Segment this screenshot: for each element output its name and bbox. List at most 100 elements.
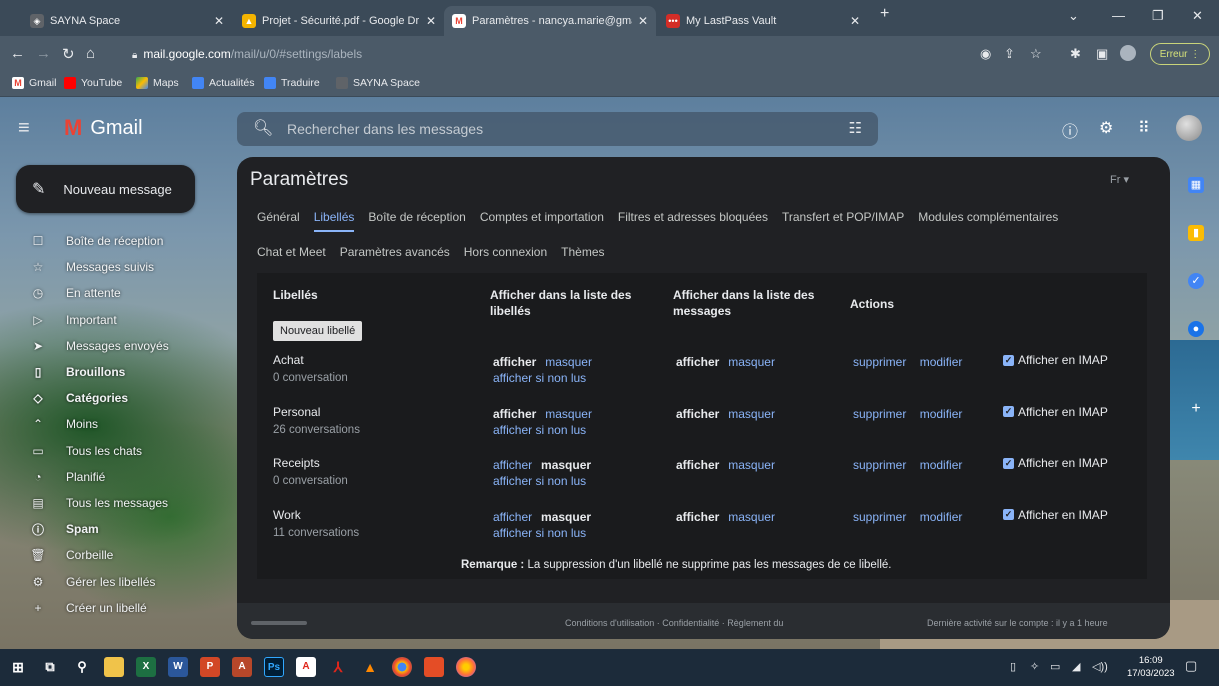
word-icon[interactable]: W <box>168 657 188 677</box>
wifi-icon[interactable]: ◢ <box>1072 660 1080 673</box>
show-if-unread-option[interactable]: afficher si non lus <box>493 423 592 437</box>
bookmark-gmail[interactable]: M Gmail <box>12 77 56 89</box>
notifications-icon[interactable]: ▢ <box>1185 658 1197 674</box>
back-icon[interactable]: ← <box>10 45 25 62</box>
sidebar-item[interactable]: ▭ Tous les chats <box>0 438 232 464</box>
imap-checkbox[interactable]: ✓ <box>1003 354 1014 366</box>
tab-offline[interactable]: Hors connexion <box>464 245 547 259</box>
search-bar[interactable]: 🔍︎ Rechercher dans les messages ☷ <box>237 112 878 146</box>
task-view-icon[interactable]: ⧉ <box>40 657 60 677</box>
sidebar-item[interactable]: ▯ Brouillons <box>0 359 232 385</box>
tab-search-icon[interactable]: ⌄ <box>1068 8 1079 24</box>
extensions-icon[interactable]: ✱ <box>1070 46 1081 62</box>
sidebar-item[interactable]: ◇ Catégories <box>0 385 232 411</box>
imap-checkbox-row[interactable]: ✓ Afficher en IMAP <box>1003 456 1108 470</box>
new-tab-button[interactable]: + <box>880 5 889 23</box>
search-icon[interactable]: ⚲ <box>72 657 92 677</box>
sidebar-item[interactable]: ☐ Boîte de réception <box>0 228 232 254</box>
imap-checkbox-row[interactable]: ✓ Afficher en IMAP <box>1003 508 1108 522</box>
hide-in-message-list-option[interactable]: masquer <box>728 510 775 524</box>
delete-label-link[interactable]: supprimer <box>853 458 906 472</box>
reload-icon[interactable]: ↻ <box>62 45 75 63</box>
system-clock[interactable]: 16:09 17/03/2023 <box>1127 654 1175 680</box>
contacts-icon[interactable]: ● <box>1188 321 1204 337</box>
close-tab-icon[interactable]: ✕ <box>850 14 860 28</box>
forward-icon[interactable]: → <box>36 45 51 62</box>
edit-label-link[interactable]: modifier <box>920 407 963 421</box>
app-icon[interactable] <box>424 657 444 677</box>
home-icon[interactable]: ⌂ <box>86 45 95 62</box>
apps-grid-icon[interactable]: ⠿ <box>1138 118 1150 138</box>
bookmark-star-icon[interactable]: ☆ <box>1030 46 1042 62</box>
battery-icon[interactable]: ▭ <box>1050 660 1060 673</box>
tab-drive[interactable]: ▲ Projet - Sécurité.pdf - Google Dr ✕ <box>234 6 444 36</box>
tab-lastpass[interactable]: ••• My LastPass Vault ✕ <box>658 6 868 36</box>
horizontal-scrollbar[interactable] <box>251 621 307 625</box>
tab-general[interactable]: Général <box>257 210 300 232</box>
sidebar-item[interactable]: ▤ Tous les messages <box>0 490 232 516</box>
minimize-icon[interactable]: — <box>1112 8 1125 23</box>
imap-checkbox-row[interactable]: ✓ Afficher en IMAP <box>1003 353 1108 367</box>
tab-advanced[interactable]: Paramètres avancés <box>340 245 450 259</box>
excel-icon[interactable]: X <box>136 657 156 677</box>
adobe-reader-icon[interactable]: ⅄ <box>328 657 348 677</box>
hide-in-message-list-option[interactable]: masquer <box>728 458 775 472</box>
get-addons-icon[interactable]: + <box>1188 401 1204 417</box>
bookmark-actualites[interactable]: Actualités <box>192 77 255 89</box>
tray-icon-2[interactable]: ✧ <box>1030 660 1039 673</box>
sidebar-item[interactable]: ◔ Planifié <box>0 464 232 490</box>
new-label-button[interactable]: Nouveau libellé <box>273 321 363 341</box>
hide-in-message-list-option[interactable]: masquer <box>728 355 775 369</box>
last-activity[interactable]: Dernière activité sur le compte : il y a… <box>927 618 1108 628</box>
close-tab-icon[interactable]: ✕ <box>426 14 436 28</box>
windows-start-icon[interactable]: ⊞ <box>8 657 28 677</box>
gmail-logo[interactable]: M Gmail <box>64 115 143 141</box>
imap-checkbox-row[interactable]: ✓ Afficher en IMAP <box>1003 405 1108 419</box>
close-window-icon[interactable]: ✕ <box>1192 8 1203 24</box>
hide-in-label-list-option[interactable]: masquer <box>545 355 592 369</box>
firefox-icon[interactable] <box>456 657 476 677</box>
imap-checkbox[interactable]: ✓ <box>1003 457 1014 469</box>
main-menu-icon[interactable]: ≡ <box>18 117 30 140</box>
search-input[interactable]: Rechercher dans les messages <box>287 121 483 137</box>
address-bar[interactable]: 🔒︎ mail.google.com/mail/u/0/#settings/lab… <box>132 41 962 67</box>
delete-label-link[interactable]: supprimer <box>853 355 906 369</box>
tab-addons[interactable]: Modules complémentaires <box>918 210 1058 232</box>
eye-icon[interactable]: ◉ <box>980 46 991 62</box>
edit-label-link[interactable]: modifier <box>920 510 963 524</box>
keep-icon[interactable]: ▮ <box>1188 225 1204 241</box>
sidebar-item[interactable]: 🗑︎ Corbeille <box>0 542 232 568</box>
sidebar-item[interactable]: ⌃ Moins <box>0 411 232 437</box>
tab-labels[interactable]: Libellés <box>313 210 355 232</box>
bookmark-sayna[interactable]: SAYNA Space <box>336 77 420 89</box>
tab-gmail-settings[interactable]: M Paramètres - nancya.marie@gma ✕ <box>444 6 656 36</box>
sidebar-item[interactable]: ◷ En attente <box>0 280 232 306</box>
restore-icon[interactable]: ❐ <box>1152 8 1164 24</box>
tasks-icon[interactable]: ✓ <box>1188 273 1204 289</box>
sidebar-item[interactable]: ➤ Messages envoyés <box>0 333 232 359</box>
imap-checkbox[interactable]: ✓ <box>1003 509 1014 520</box>
tab-filters[interactable]: Filtres et adresses bloquées <box>618 210 768 232</box>
language-selector[interactable]: Fr ▾ <box>1110 173 1129 186</box>
access-icon[interactable]: A <box>232 657 252 677</box>
show-if-unread-option[interactable]: afficher si non lus <box>493 474 591 488</box>
search-options-icon[interactable]: ☷ <box>849 119 862 137</box>
vlc-icon[interactable]: ▲ <box>360 657 380 677</box>
show-in-label-list-option[interactable]: afficher <box>493 510 532 524</box>
delete-label-link[interactable]: supprimer <box>853 407 906 421</box>
powerpoint-icon[interactable]: P <box>200 657 220 677</box>
tab-accounts[interactable]: Comptes et importation <box>480 210 604 232</box>
volume-icon[interactable]: ◁)) <box>1092 660 1108 673</box>
tab-themes[interactable]: Thèmes <box>561 245 604 259</box>
imap-checkbox[interactable]: ✓ <box>1003 406 1014 417</box>
file-explorer-icon[interactable] <box>104 657 124 677</box>
hide-in-label-list-option[interactable]: masquer <box>545 407 592 421</box>
show-if-unread-option[interactable]: afficher si non lus <box>493 526 591 540</box>
search-icon[interactable]: 🔍︎ <box>253 118 273 138</box>
bookmark-traduire[interactable]: Traduire <box>264 77 320 89</box>
sidebar-item[interactable]: + Créer un libellé <box>0 595 232 621</box>
error-button[interactable]: Erreur ⋮ <box>1150 43 1210 65</box>
settings-gear-icon[interactable]: ⚙ <box>1099 118 1113 138</box>
sidebar-item[interactable]: ⓘ Spam <box>0 516 232 542</box>
sidebar-item[interactable]: ▷ Important <box>0 307 232 333</box>
